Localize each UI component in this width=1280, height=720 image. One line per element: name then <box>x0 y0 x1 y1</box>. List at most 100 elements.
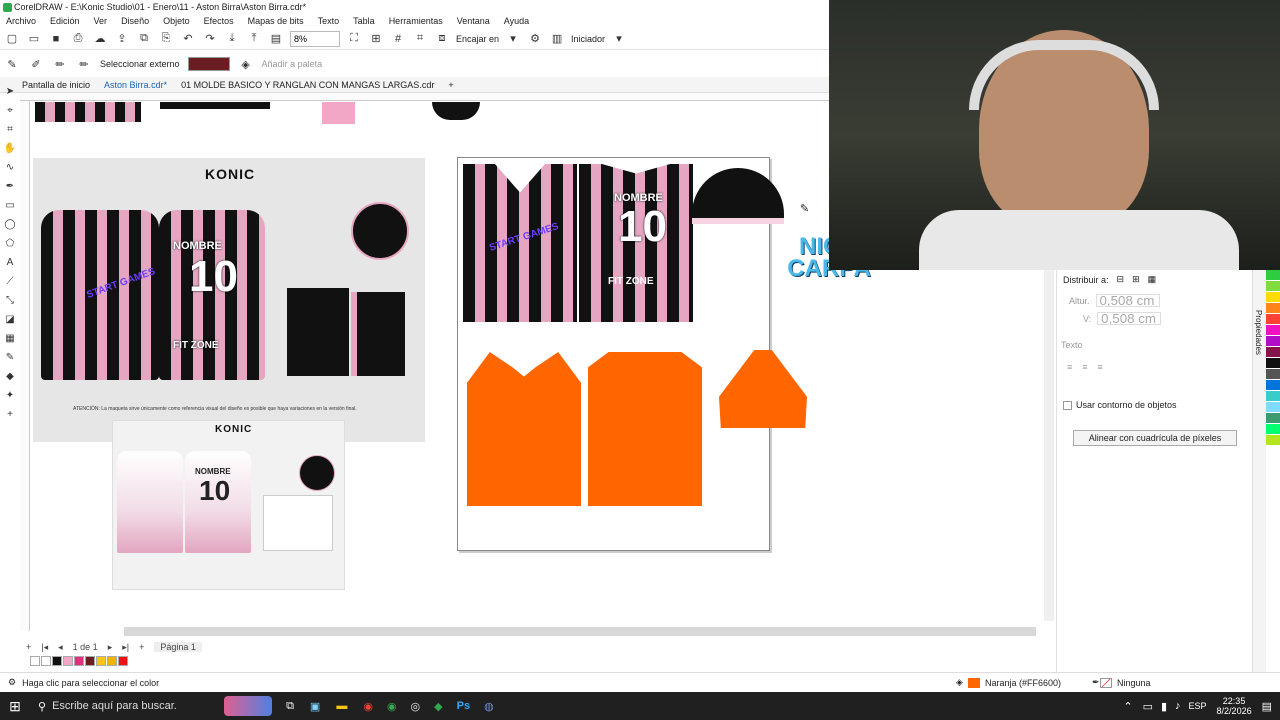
align-pixel-grid-button[interactable]: Alinear con cuadrícula de píxeles <box>1073 430 1237 446</box>
swatch-lime[interactable] <box>1266 424 1280 435</box>
menu-ventana[interactable]: Ventana <box>457 14 490 28</box>
tray-chevron-icon[interactable]: ⌃ <box>1123 700 1132 713</box>
eyedropper-icon[interactable]: ✎ <box>4 56 20 72</box>
cloud-icon[interactable]: ☁ <box>92 31 108 47</box>
horizontal-scrollbar[interactable] <box>124 627 1036 636</box>
file-explorer-icon[interactable]: ▬ <box>336 700 347 712</box>
open-folder-icon[interactable]: ▭ <box>26 31 42 47</box>
add-tab-icon[interactable]: + <box>448 80 453 90</box>
apply-color-icon[interactable]: ◈ <box>238 56 254 72</box>
swatch-yellow[interactable] <box>1266 292 1280 303</box>
smart-fill-icon[interactable]: ✦ <box>3 388 17 402</box>
shape-tool-icon[interactable]: ⌖ <box>3 103 17 117</box>
ellipse-tool-icon[interactable]: ◯ <box>3 217 17 231</box>
swatch-pink[interactable] <box>63 656 73 666</box>
first-page-icon[interactable]: |◂ <box>41 642 48 653</box>
zoom-level-input[interactable] <box>290 30 340 47</box>
selected-color-swatch[interactable] <box>187 57 230 71</box>
menu-ver[interactable]: Ver <box>94 14 108 28</box>
chrome-alt-icon[interactable]: ◉ <box>387 700 397 713</box>
swatch-maroon[interactable] <box>85 656 95 666</box>
distribute-horizontal-icon[interactable]: ⊟ <box>1117 274 1125 285</box>
swatch-teal[interactable] <box>1266 391 1280 402</box>
text-align-right-icon[interactable]: ≡ <box>1098 362 1103 372</box>
menu-mapas-de-bits[interactable]: Mapas de bits <box>248 14 304 28</box>
shadow-tool-icon[interactable]: ◪ <box>3 312 17 326</box>
status-gear-icon[interactable]: ⚙ <box>8 677 16 688</box>
tray-language[interactable]: ESP <box>1189 701 1207 711</box>
select-external-button[interactable]: Seleccionar externo <box>100 59 180 69</box>
chevron-down-icon[interactable]: ▾ <box>611 31 627 47</box>
swatch-green[interactable] <box>1266 270 1280 281</box>
menu-objeto[interactable]: Objeto <box>163 14 190 28</box>
color-eyedropper-icon[interactable]: ✎ <box>3 350 17 364</box>
paste-icon[interactable]: ⎘ <box>158 31 174 47</box>
swatch-chartreuse[interactable] <box>1266 435 1280 446</box>
partial-shape[interactable] <box>160 102 270 109</box>
tray-clock[interactable]: 22:35 8/2/2026 <box>1217 696 1252 716</box>
menu-efectos[interactable]: Efectos <box>204 14 234 28</box>
swatch-olive[interactable] <box>1266 413 1280 424</box>
launcher-dropdown[interactable]: Iniciador <box>571 34 605 44</box>
pen-alt-icon[interactable]: ✏ <box>76 56 92 72</box>
menu-ayuda[interactable]: Ayuda <box>504 14 529 28</box>
prev-page-icon[interactable]: ◂ <box>58 642 63 653</box>
docker-tab-properties[interactable]: Propiedades <box>1254 310 1263 355</box>
swatch-pink[interactable] <box>1266 325 1280 336</box>
rectangle-tool-icon[interactable]: ▭ <box>3 198 17 212</box>
tab-page-1[interactable]: Página 1 <box>154 642 202 652</box>
eyedropper-mode-icon[interactable]: ✐ <box>28 56 44 72</box>
freehand-tool-icon[interactable]: ∿ <box>3 160 17 174</box>
add-tool-icon[interactable]: + <box>3 407 17 421</box>
pick-tool-icon[interactable]: ➤ <box>3 84 17 98</box>
swatch-red[interactable] <box>118 656 128 666</box>
taskbar-search-input[interactable]: Escribe aquí para buscar. <box>52 700 212 712</box>
tab-molde-basico[interactable]: 01 MOLDE BASICO Y RANGLAN CON MANGAS LAR… <box>181 80 434 90</box>
grid-icon[interactable]: # <box>390 31 406 47</box>
swatch-gold[interactable] <box>107 656 117 666</box>
vertical-ruler[interactable] <box>20 101 30 631</box>
transparency-tool-icon[interactable]: ▦ <box>3 331 17 345</box>
task-view-icon[interactable]: ⧉ <box>286 700 294 713</box>
publish-pdf-icon[interactable]: ▤ <box>268 31 284 47</box>
add-page-icon[interactable]: + <box>26 642 31 652</box>
text-align-left-icon[interactable]: ≡ <box>1067 362 1072 372</box>
snap-to-dropdown[interactable]: Encajar en <box>456 34 499 44</box>
swatch-orange[interactable] <box>1266 303 1280 314</box>
connector-tool-icon[interactable]: ⤡ <box>3 293 17 307</box>
add-to-palette-button[interactable]: Añadir a paleta <box>262 59 323 69</box>
snap-icon[interactable]: ⧈ <box>434 31 450 47</box>
parallel-dimension-icon[interactable]: ⟋ <box>3 274 17 288</box>
swatch-light-green[interactable] <box>1266 281 1280 292</box>
chevron-down-icon[interactable]: ▾ <box>505 31 521 47</box>
last-page-icon[interactable]: ▸| <box>122 642 129 653</box>
document-page[interactable]: NOMBRE 10 START GAMES FIT ZONE <box>457 157 807 551</box>
crop-tool-icon[interactable]: ⌗ <box>3 122 17 136</box>
export-icon[interactable]: ⤒ <box>246 31 262 47</box>
menu-diseno[interactable]: Diseño <box>121 14 149 28</box>
app-icon-generic[interactable]: ▣ <box>310 700 320 713</box>
pan-tool-icon[interactable]: ✋ <box>3 141 17 155</box>
windows-start-icon[interactable]: ⊞ <box>0 698 30 715</box>
outline-color-swatch[interactable] <box>1100 678 1112 688</box>
tab-home[interactable]: Pantalla de inicio <box>22 80 90 90</box>
save-icon[interactable]: ■ <box>48 31 64 47</box>
fill-color-swatch[interactable] <box>968 678 980 688</box>
discord-icon[interactable]: ◍ <box>484 700 494 713</box>
orange-back-panel[interactable] <box>588 352 702 506</box>
import-icon[interactable]: ⤓ <box>224 31 240 47</box>
swatch-blue[interactable] <box>1266 380 1280 391</box>
swatch-aqua[interactable] <box>1266 402 1280 413</box>
swatch-gray[interactable] <box>1266 369 1280 380</box>
partial-pink-shape[interactable] <box>322 102 355 124</box>
cloud-upload-icon[interactable]: ⇪ <box>114 31 130 47</box>
swatch-maroon[interactable] <box>1266 347 1280 358</box>
pen-icon[interactable]: ✏ <box>52 56 68 72</box>
coreldraw-taskbar-icon[interactable]: ◆ <box>434 700 442 713</box>
swatch-magenta[interactable] <box>74 656 84 666</box>
chrome-icon[interactable]: ◉ <box>363 700 373 713</box>
obs-icon[interactable]: ◎ <box>411 700 421 713</box>
options-gear-icon[interactable]: ⚙ <box>527 31 543 47</box>
distribute-vertical-icon[interactable]: ⊞ <box>1132 274 1140 285</box>
print-icon[interactable]: ⎙ <box>70 31 86 47</box>
